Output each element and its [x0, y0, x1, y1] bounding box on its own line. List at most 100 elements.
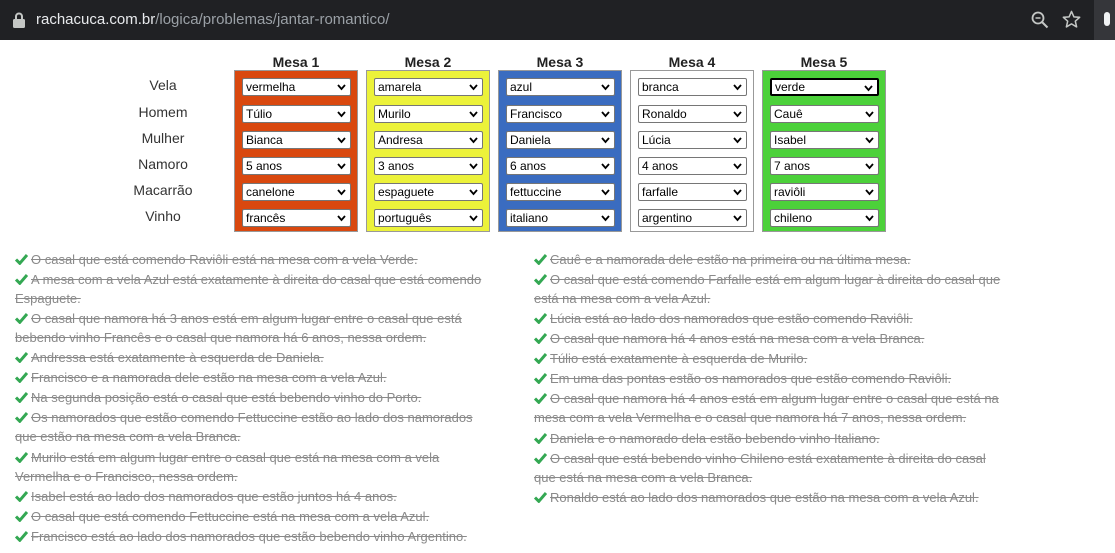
chevron-down-icon: [469, 137, 478, 144]
chevron-down-icon: [337, 189, 346, 196]
clue-line: Andressa está exatamente à esquerda de D…: [15, 348, 535, 367]
check-icon: [534, 313, 547, 324]
clue-line: Os namorados que estão comendo Fettuccin…: [15, 408, 535, 427]
mesa-1-vela-select[interactable]: vermelha: [242, 78, 351, 96]
mesa-1-homem-select[interactable]: Túlio: [242, 105, 351, 123]
mesa-3-mulher-select[interactable]: Daniela: [506, 131, 615, 149]
clue-line: Murilo está em algum lugar entre o casal…: [15, 448, 535, 467]
mesa-2-homem-select[interactable]: Murilo: [374, 105, 483, 123]
chevron-down-icon: [337, 215, 346, 222]
clue-text: bebendo vinho Francês e o casal que namo…: [15, 330, 427, 345]
clue-text: Francisco está ao lado dos namorados que…: [31, 529, 467, 544]
mesa-3-vinho-select[interactable]: italiano: [506, 209, 615, 227]
mesa-3-namoro-select[interactable]: 6 anos: [506, 157, 615, 175]
mesa-3-vela-select[interactable]: azul: [506, 78, 615, 96]
row-label-namoro: Namoro: [138, 156, 188, 172]
mesa-3-homem-select[interactable]: Francisco: [506, 105, 615, 123]
clue-line: Espaguete.: [15, 289, 535, 308]
clue-text: O casal que namora há 3 anos está em alg…: [31, 311, 462, 326]
select-value: verde: [775, 80, 806, 94]
mesa-4-vinho-select[interactable]: argentino: [638, 209, 747, 227]
mesa-2-namoro-select[interactable]: 3 anos: [374, 157, 483, 175]
select-value: argentino: [642, 211, 693, 225]
row-label-vela: Vela: [149, 77, 177, 93]
check-icon: [534, 373, 547, 384]
chevron-down-icon: [865, 215, 874, 222]
chevron-down-icon: [469, 163, 478, 170]
mesa-2-macarrao-select[interactable]: espaguete: [374, 183, 483, 201]
select-value: Lúcia: [642, 133, 671, 147]
mesa-5-vinho-select[interactable]: chileno: [770, 209, 879, 227]
clue-line: O casal que está comendo Farfalle está e…: [534, 270, 1064, 289]
mesa-5-mulher-select[interactable]: Isabel: [770, 131, 879, 149]
clue-line: A mesa com a vela Azul está exatamente à…: [15, 270, 535, 289]
chevron-down-icon: [733, 84, 742, 91]
chevron-down-icon: [601, 111, 610, 118]
mesa-4-vela-select[interactable]: branca: [638, 78, 747, 96]
clue-line: O casal que namora há 4 anos está em alg…: [534, 389, 1064, 408]
select-value: 5 anos: [246, 159, 283, 173]
scrollbar-thumb[interactable]: [1104, 12, 1110, 26]
chevron-down-icon: [469, 189, 478, 196]
mesa-3-macarrao-select[interactable]: fettuccine: [506, 183, 615, 201]
clue-text: Andressa está exatamente à esquerda de D…: [31, 350, 324, 365]
select-value: 7 anos: [774, 159, 811, 173]
mesa-2-mulher-select[interactable]: Andresa: [374, 131, 483, 149]
clue-text: Ronaldo está ao lado dos namorados que e…: [550, 490, 979, 505]
url-text[interactable]: rachacuca.com.br/logica/problemas/jantar…: [36, 11, 390, 28]
select-value: Francisco: [510, 107, 563, 121]
clue-line: O casal que está comendo Fettuccine está…: [15, 507, 535, 526]
clue-line: O casal que namora há 4 anos está na mes…: [534, 329, 1064, 348]
address-bar[interactable]: rachacuca.com.br/logica/problemas/jantar…: [0, 0, 1094, 40]
clue-text: mesa com a vela Vermelha e o casal que n…: [534, 410, 967, 425]
mesa-1-macarrao-select[interactable]: canelone: [242, 183, 351, 201]
mesa-4-macarrao-select[interactable]: farfalle: [638, 183, 747, 201]
select-value: azul: [510, 80, 533, 94]
check-icon: [534, 492, 547, 503]
clue-line: mesa com a vela Vermelha e o casal que n…: [534, 408, 1064, 427]
select-value: Ronaldo: [642, 107, 687, 121]
clue-item: O casal que está comendo Raviôli está na…: [15, 250, 535, 269]
chevron-down-icon: [733, 189, 742, 196]
mesa-4-title: Mesa 4: [668, 54, 716, 70]
clue-text: O casal que está comendo Farfalle está e…: [550, 272, 1001, 287]
clue-item: O casal que namora há 4 anos está na mes…: [534, 329, 1064, 348]
mesa-4-mulher-select[interactable]: Lúcia: [638, 131, 747, 149]
clue-item: A mesa com a vela Azul está exatamente à…: [15, 270, 535, 308]
mesa-5-homem-select[interactable]: Cauê: [770, 105, 879, 123]
clue-line: Lúcia está ao lado dos namorados que est…: [534, 309, 1064, 328]
zoom-icon[interactable]: [1031, 11, 1049, 29]
check-icon: [15, 274, 28, 285]
check-icon: [15, 392, 28, 403]
mesa-5-macarrao-select[interactable]: raviôli: [770, 183, 879, 201]
mesa-2-title: Mesa 2: [404, 54, 452, 70]
mesa-1-mulher-select[interactable]: Bianca: [242, 131, 351, 149]
check-icon: [15, 511, 28, 522]
clue-line: Vermelha e o Francisco, nessa ordem.: [15, 467, 535, 486]
star-icon[interactable]: [1062, 10, 1081, 29]
select-value: amarela: [378, 80, 422, 94]
mesa-1-vinho-select[interactable]: francês: [242, 209, 351, 227]
url-path: /logica/problemas/jantar-romantico/: [155, 11, 390, 28]
clue-item: O casal que está comendo Fettuccine está…: [15, 507, 535, 526]
mesa-4-namoro-select[interactable]: 4 anos: [638, 157, 747, 175]
clue-line: Na segunda posição está o casal que está…: [15, 388, 535, 407]
chevron-down-icon: [733, 111, 742, 118]
chevron-down-icon: [865, 111, 874, 118]
mesa-4-homem-select[interactable]: Ronaldo: [638, 105, 747, 123]
clue-item: Em uma das pontas estão os namorados que…: [534, 369, 1064, 388]
mesa-5-vela-select[interactable]: verde: [770, 78, 879, 96]
clue-text: O casal que namora há 4 anos está na mes…: [550, 331, 925, 346]
select-value: chileno: [774, 211, 813, 225]
select-value: Túlio: [246, 107, 273, 121]
mesa-5-namoro-select[interactable]: 7 anos: [770, 157, 879, 175]
mesa-2-vinho-select[interactable]: português: [374, 209, 483, 227]
clue-text: O casal que está bebendo vinho Chileno e…: [550, 451, 986, 466]
lock-icon[interactable]: [12, 12, 26, 28]
select-value: fettuccine: [510, 185, 562, 199]
clue-text: O casal que namora há 4 anos está em alg…: [550, 391, 999, 406]
mesa-1-namoro-select[interactable]: 5 anos: [242, 157, 351, 175]
select-value: farfalle: [642, 185, 679, 199]
clue-item: Andressa está exatamente à esquerda de D…: [15, 348, 535, 367]
mesa-2-vela-select[interactable]: amarela: [374, 78, 483, 96]
